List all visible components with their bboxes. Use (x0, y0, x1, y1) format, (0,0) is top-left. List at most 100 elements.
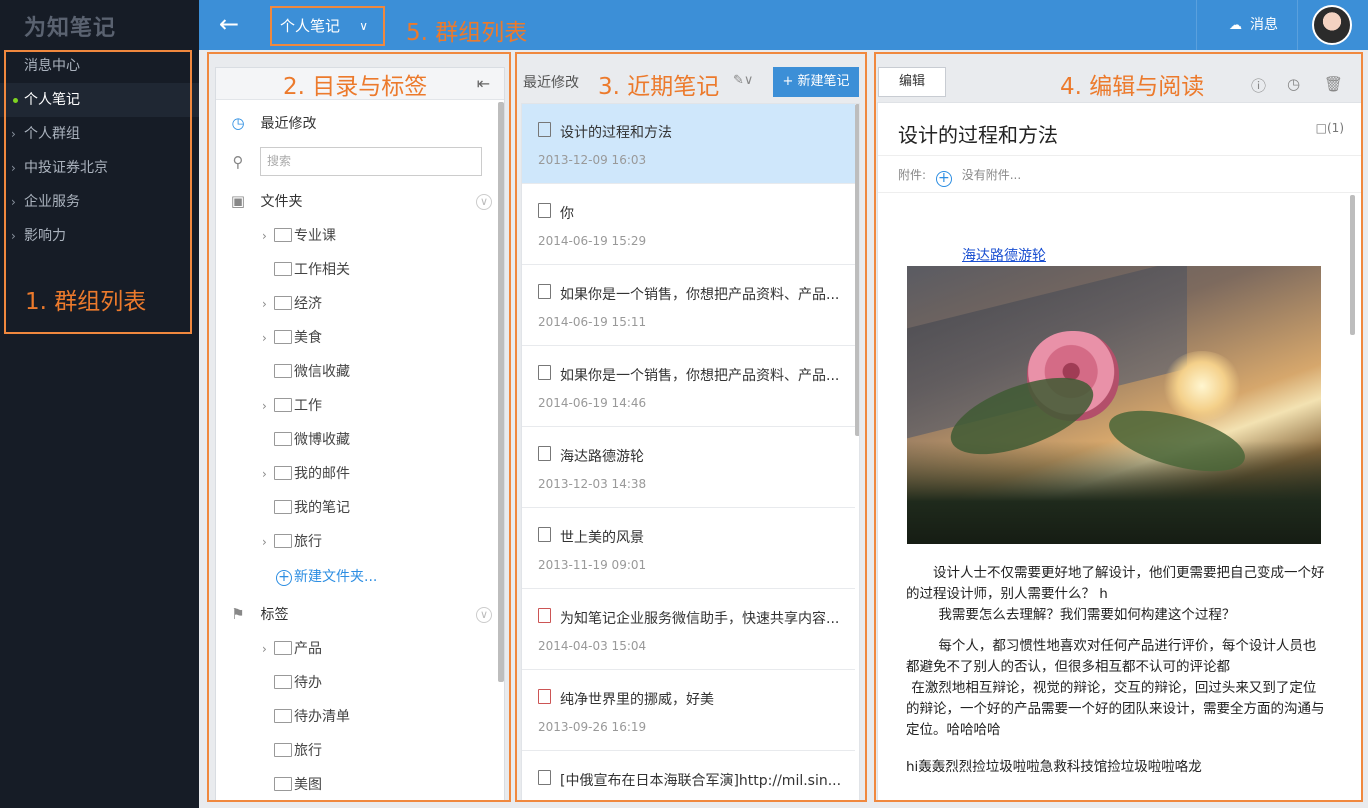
history-clock-icon[interactable]: ◷ (1287, 75, 1300, 93)
rose-photo (907, 266, 1321, 544)
comment-icon: □ (1315, 121, 1327, 135)
note-date: 2013-11-19 09:01 (538, 558, 647, 572)
tree-item[interactable]: › 专业课 (262, 225, 336, 245)
sidebar-item-label: 影响力 (24, 228, 66, 244)
directory-scrollbar[interactable] (498, 102, 504, 682)
folders-section[interactable]: ▣ 文件夹 (228, 191, 303, 211)
tree-item[interactable]: › 产品 (262, 638, 322, 658)
tree-item[interactable]: 待办 (262, 672, 322, 692)
tree-item[interactable]: › 旅行 (262, 531, 322, 551)
tags-section[interactable]: ⚑ 标签 (228, 604, 288, 624)
recent-modified-item[interactable]: ◷ 最近修改 (228, 113, 316, 133)
attachments-row: 附件: + 没有附件... (878, 155, 1362, 193)
tree-item-label: 微信收藏 (294, 364, 350, 380)
annotation-label-5: 5. 群组列表 (406, 20, 528, 46)
folder-icon (274, 398, 292, 412)
collapse-panel-icon[interactable]: ⇤ (477, 74, 490, 93)
folders-toggle-icon[interactable]: ∨ (476, 194, 492, 210)
note-list-item[interactable]: 如果你是一个销售，你想把产品资料、产品... 2014-06-19 15:11 (522, 266, 855, 346)
note-list-item[interactable]: [中俄宣布在日本海联合军演]http://mil.sin... (522, 752, 855, 801)
divider (1196, 0, 1197, 50)
tags-label: 标签 (260, 607, 289, 623)
new-folder-label: 新建文件夹... (294, 569, 378, 585)
sidebar-item[interactable]: 消息中心 (0, 49, 199, 83)
note-list-item[interactable]: 你 2014-06-19 15:29 (522, 185, 855, 265)
search-input[interactable]: 搜索 (260, 147, 482, 176)
note-list-item[interactable]: 如果你是一个销售，你想把产品资料、产品... 2014-06-19 14:46 (522, 347, 855, 427)
reader-scrollbar[interactable] (1350, 195, 1355, 335)
sidebar-item[interactable]: 个人笔记 (0, 83, 199, 117)
sidebar-item[interactable]: › 中投证券北京 (0, 151, 199, 185)
messages-label: 消息 (1250, 17, 1278, 33)
add-attachment-icon[interactable]: + (935, 171, 952, 187)
avatar[interactable] (1312, 5, 1352, 45)
folder-icon (274, 641, 292, 655)
note-list-item[interactable]: 为知笔记企业服务微信助手，快速共享内容... 2014-04-03 15:04 (522, 590, 855, 670)
comment-count: (1) (1327, 121, 1344, 135)
tree-item[interactable]: 工作相关 (262, 259, 350, 279)
chevron-right-icon[interactable]: › (262, 229, 274, 243)
notes-scrollbar[interactable] (855, 104, 859, 436)
tree-item[interactable]: 旅行 (262, 740, 322, 760)
new-note-button[interactable]: + 新建笔记 (773, 67, 859, 97)
sidebar-item-label: 中投证券北京 (24, 160, 108, 176)
back-arrow-icon[interactable]: ← (213, 10, 245, 40)
tree-item-label: 美图 (294, 777, 322, 793)
note-paragraph: 每个人，都习惯性地喜欢对任何产品进行评价，每个设计人员也都避免不了别人的否认，但… (906, 638, 1317, 675)
sidebar-item[interactable]: › 影响力 (0, 219, 199, 253)
group-selector[interactable]: 个人笔记 ∨ (272, 8, 382, 44)
folder-icon (274, 709, 292, 723)
chevron-right-icon: › (11, 161, 16, 175)
sort-options-icon[interactable]: ✎∨ (733, 73, 753, 88)
folder-icon (274, 296, 292, 310)
tree-item-label: 待办 (294, 675, 322, 691)
tree-item[interactable]: 我的笔记 (262, 497, 350, 517)
folders-label: 文件夹 (260, 194, 303, 210)
note-link[interactable]: 海达路德游轮 (962, 245, 1046, 265)
tags-toggle-icon[interactable]: ∨ (476, 607, 492, 623)
note-date: 2014-04-03 15:04 (538, 639, 647, 653)
note-date: 2014-06-19 15:29 (538, 234, 647, 248)
group-list: 消息中心 个人笔记 › 个人群组 › 中投证券北京 › 企业服务 › 影响力 (0, 49, 199, 253)
note-list-item[interactable]: 世上美的风景 2013-11-19 09:01 (522, 509, 855, 589)
note-list-item[interactable]: 海达路德游轮 2013-12-03 14:38 (522, 428, 855, 508)
note-date: 2013-12-09 16:03 (538, 153, 647, 167)
note-paragraph: hi轰轰烈烈捡垃圾啦啦急救科技馆捡垃圾啦啦咯龙 (906, 759, 1202, 775)
chevron-right-icon[interactable]: › (262, 331, 274, 345)
folder-icon (274, 500, 292, 514)
tree-item[interactable]: › 工作 (262, 395, 322, 415)
tree-item[interactable]: › 经济 (262, 293, 322, 313)
group-selector-label: 个人笔记 (280, 17, 341, 35)
note-title: 如果你是一个销售，你想把产品资料、产品... (560, 368, 840, 384)
info-icon[interactable]: ⓘ (1251, 75, 1266, 96)
sidebar-item[interactable]: › 企业服务 (0, 185, 199, 219)
note-doc-icon (538, 527, 551, 542)
note-list-item[interactable]: 纯净世界里的挪威，好美 2013-09-26 16:19 (522, 671, 855, 751)
tree-item[interactable]: 待办清单 (262, 706, 350, 726)
tree-item[interactable]: 微信收藏 (262, 361, 350, 381)
chevron-right-icon[interactable]: › (262, 535, 274, 549)
sidebar-item-label: 消息中心 (24, 58, 80, 74)
tree-item[interactable]: 微博收藏 (262, 429, 350, 449)
note-title: 海达路德游轮 (560, 449, 644, 465)
chevron-right-icon[interactable]: › (262, 467, 274, 481)
tree-item[interactable]: 美图 (262, 774, 322, 794)
chevron-right-icon[interactable]: › (262, 399, 274, 413)
folder-icon (274, 777, 292, 791)
folder-icon (274, 743, 292, 757)
chevron-right-icon[interactable]: › (262, 297, 274, 311)
note-list-item[interactable]: 设计的过程和方法 2013-12-09 16:03 (522, 104, 855, 184)
edit-button[interactable]: 编辑 (878, 67, 946, 97)
messages-button[interactable]: ☁ 消息 (1211, 0, 1299, 50)
tree-item[interactable]: › 我的邮件 (262, 463, 350, 483)
bookmark-icon: ⚑ (231, 605, 245, 623)
no-attachments-text: 没有附件... (961, 168, 1022, 182)
tree-item[interactable]: › 美食 (262, 327, 322, 347)
trash-icon[interactable]: 🗑 (1324, 75, 1343, 93)
new-folder-button[interactable]: + 新建文件夹... (276, 566, 377, 586)
chevron-right-icon[interactable]: › (262, 642, 274, 656)
editor-panel: 编辑 ⓘ ◷ 🗑 设计的过程和方法 □(1) 附件: + 没有附件... 海达路… (877, 65, 1363, 802)
sidebar-item[interactable]: › 个人群组 (0, 117, 199, 151)
comments-button[interactable]: □(1) (1316, 121, 1344, 135)
notes-sort-label: 最近修改 (523, 75, 579, 91)
